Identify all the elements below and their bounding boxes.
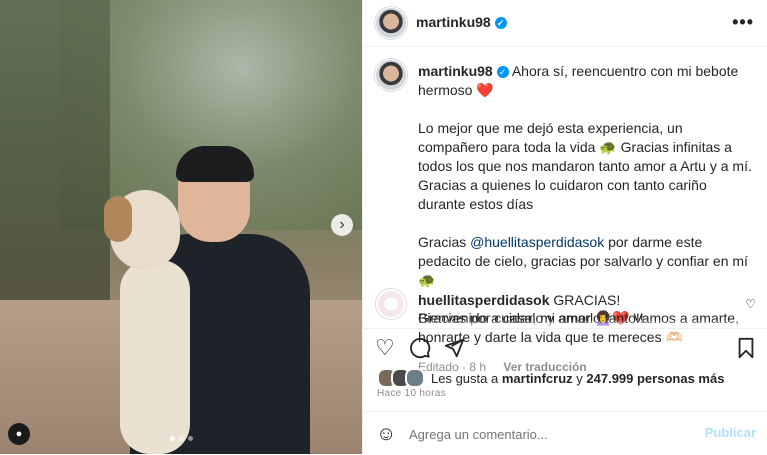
avatar[interactable] <box>376 8 406 38</box>
post-photo[interactable]: › ● <box>0 0 362 454</box>
comment-icon[interactable] <box>409 337 431 363</box>
heart-icon[interactable]: ♡ <box>745 297 756 311</box>
mention-link[interactable]: @huellitasperdidasok <box>470 234 604 250</box>
carousel-dot <box>188 436 193 441</box>
scroll-fade <box>363 320 767 328</box>
liker-username[interactable]: martinfcruz <box>502 371 573 386</box>
more-horizontal-icon[interactable]: ••• <box>732 12 754 33</box>
share-icon[interactable] <box>443 337 465 363</box>
carousel-dots <box>170 436 193 441</box>
caption-para3: Gracias @huellitasperdidasok por darme e… <box>418 234 748 288</box>
comment-composer: ☺ Publicar <box>363 411 767 455</box>
post-comment-button[interactable]: Publicar <box>705 425 756 440</box>
bookmark-icon[interactable] <box>736 337 756 363</box>
header-username[interactable]: martinku98 ✓ <box>416 14 507 30</box>
post-panel: martinku98 ✓ ••• martinku98 ✓ Ahora sí, re… <box>362 0 767 454</box>
comment-text: GRACIAS! <box>553 292 621 308</box>
photo-person <box>104 146 310 454</box>
comment-input[interactable] <box>407 423 691 445</box>
emoji-icon[interactable]: ☺ <box>376 423 396 446</box>
caption: martinku98 ✓ Ahora sí, reencuentro con mi… <box>363 46 767 374</box>
avatar[interactable] <box>376 289 406 319</box>
likes-line: Les gusta a martinfcruz y 247.999 person… <box>377 368 724 388</box>
heart-emoji: ❤️ <box>476 82 494 98</box>
heart-icon[interactable]: ♡ <box>375 337 395 359</box>
post-header: martinku98 ✓ ••• <box>363 0 767 47</box>
verified-badge-icon: ✓ <box>494 17 507 30</box>
likes-count[interactable]: 247.999 personas más <box>586 371 724 386</box>
caption-para2: Lo mejor que me dejó esta experiencia, u… <box>418 120 752 212</box>
user-tag-icon[interactable]: ● <box>8 423 30 445</box>
carousel-dot <box>170 436 175 441</box>
caption-line1: martinku98 ✓ Ahora sí, reencuentro con mi… <box>418 62 753 100</box>
carousel-dot <box>179 436 184 441</box>
comment-username[interactable]: huellitasperdidasok <box>418 292 549 308</box>
photo-dog <box>104 190 230 454</box>
liker-avatars <box>377 368 425 388</box>
avatar[interactable] <box>376 60 406 90</box>
chevron-right-icon[interactable]: › <box>331 214 353 236</box>
verified-badge-icon: ✓ <box>496 66 509 79</box>
post-time[interactable]: Hace 10 horas <box>377 388 446 399</box>
action-bar: ♡ <box>363 328 767 369</box>
caption-username[interactable]: martinku98 <box>418 63 493 79</box>
